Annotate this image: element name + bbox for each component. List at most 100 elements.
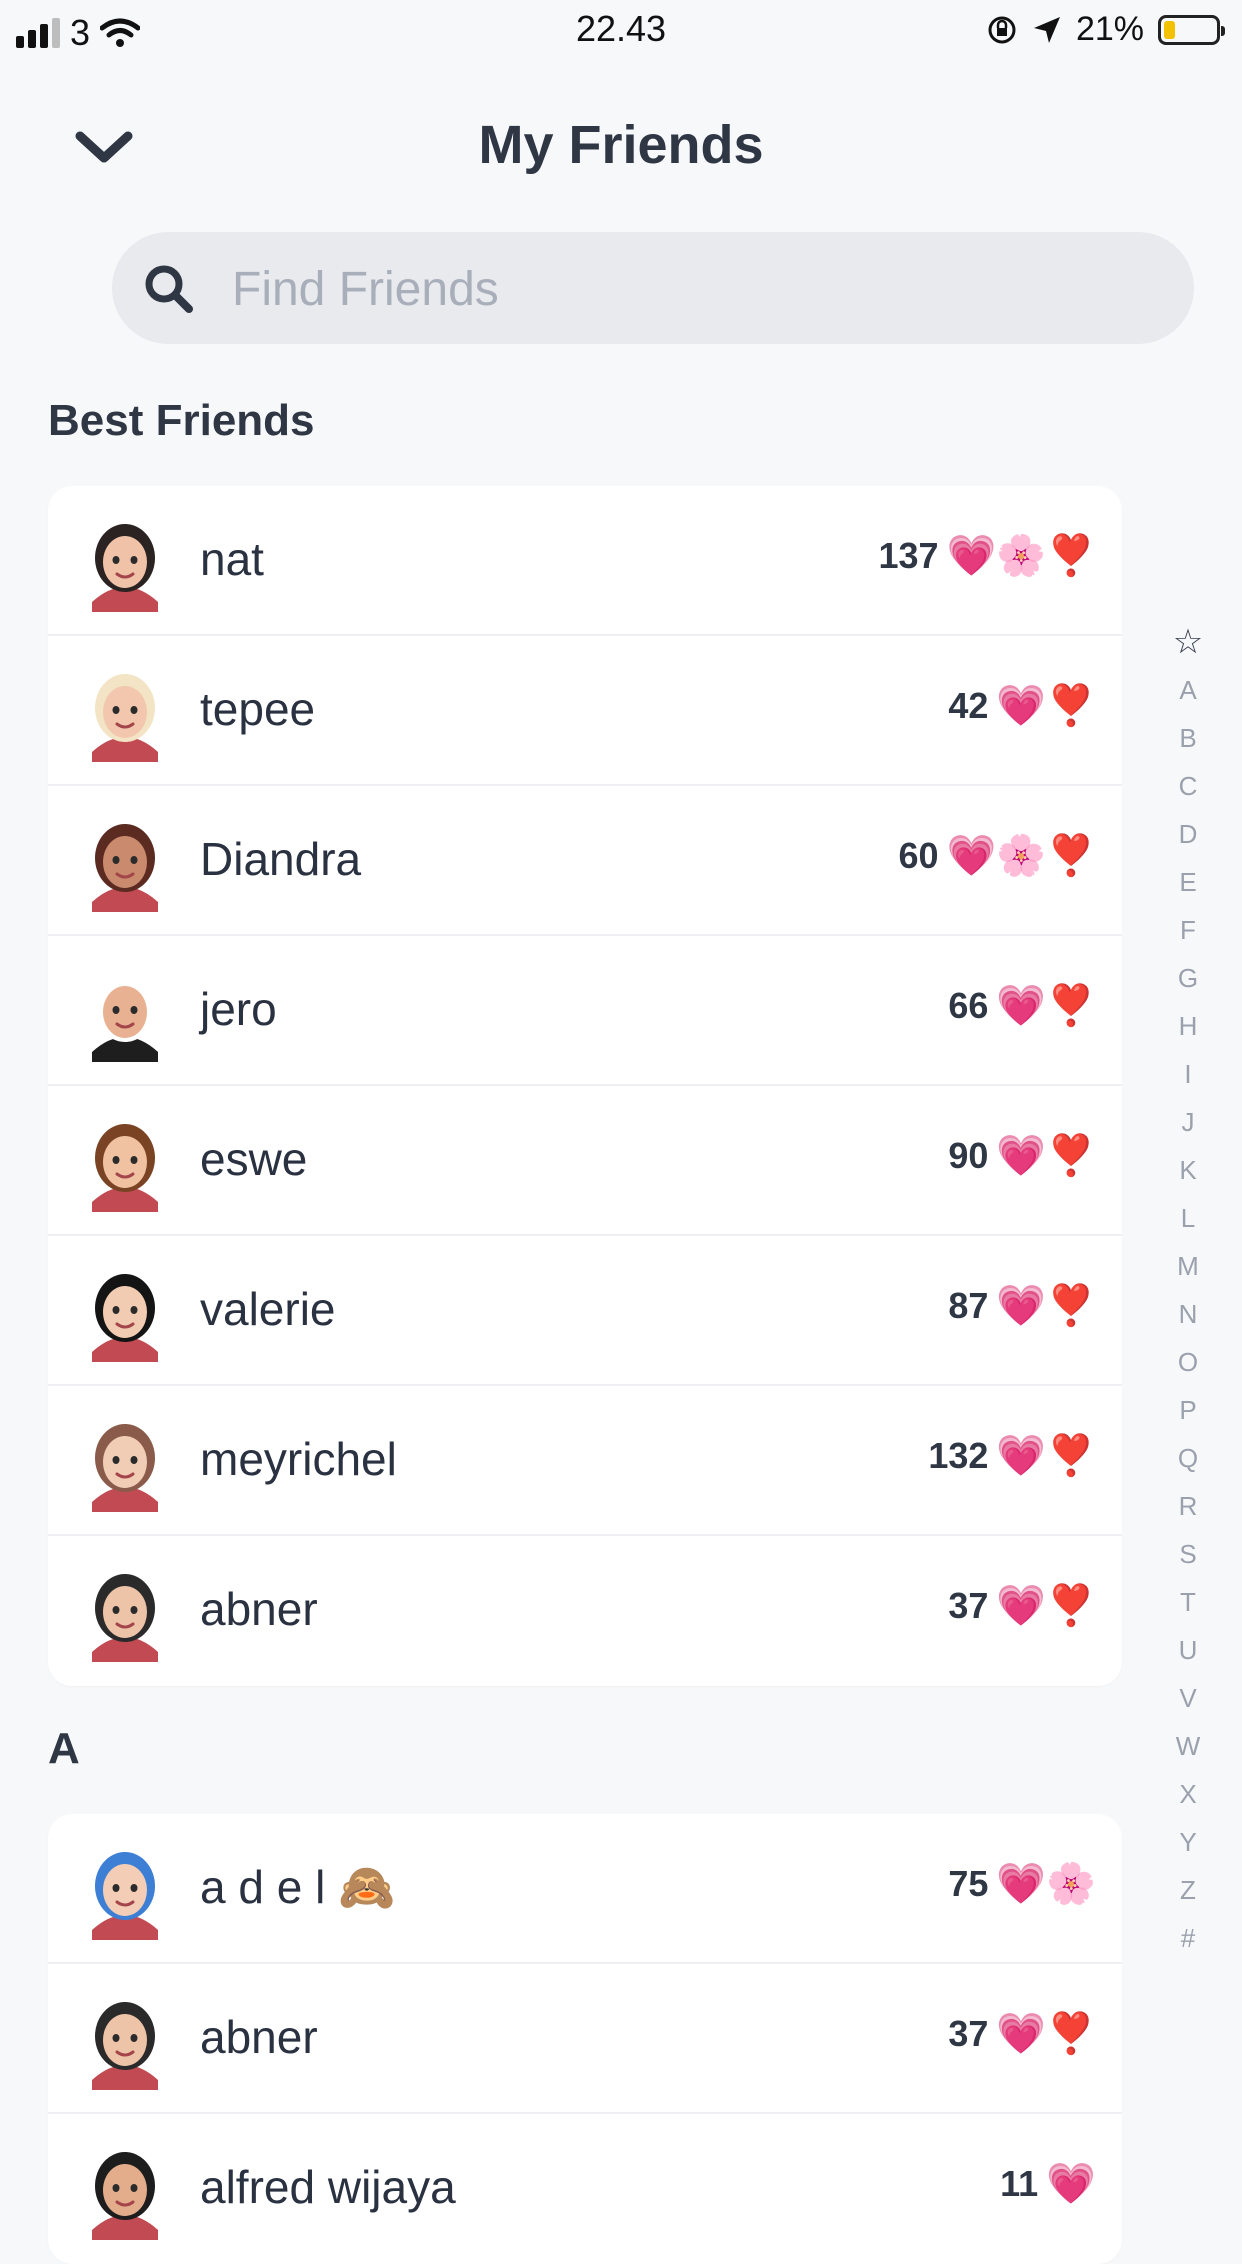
friends-list-a: a d e l 🙈 75 💗🌸 abner 37 💗❣️ alfred wija… (48, 1814, 1122, 2264)
index-letter[interactable]: C (1164, 762, 1212, 810)
friend-emoji-badges: 💗🌸 (996, 1861, 1096, 1907)
snap-streak-count: 60 (898, 835, 939, 876)
friend-name: abner (200, 1583, 318, 1635)
avatar[interactable] (74, 1560, 176, 1662)
search-icon (145, 265, 193, 313)
index-letter[interactable]: K (1164, 1146, 1212, 1194)
friend-row[interactable]: Diandra 60 💗🌸❣️ (48, 786, 1122, 936)
battery-percent: 21% (1075, 10, 1144, 48)
friend-row[interactable]: abner 37 💗❣️ (48, 1964, 1122, 2114)
friend-name: alfred wijaya (200, 2161, 456, 2213)
avatar[interactable] (74, 1260, 176, 1362)
index-letter[interactable]: E (1164, 858, 1212, 906)
friend-meta: 11 💗 (1000, 2160, 1096, 2208)
index-letter[interactable]: U (1164, 1626, 1212, 1674)
index-letter[interactable]: H (1164, 1002, 1212, 1050)
index-letter[interactable]: S (1164, 1530, 1212, 1578)
snap-streak-count: 66 (948, 985, 989, 1026)
friend-meta: 37 💗❣️ (948, 2010, 1096, 2058)
index-letter[interactable]: V (1164, 1674, 1212, 1722)
page-title: My Friends (478, 115, 764, 175)
friend-row[interactable]: eswe 90 💗❣️ (48, 1086, 1122, 1236)
snap-streak-count: 137 (878, 535, 939, 576)
friend-emoji-badges: 💗❣️ (996, 1283, 1096, 1329)
index-letter[interactable]: D (1164, 810, 1212, 858)
index-letter[interactable]: L (1164, 1194, 1212, 1242)
index-letter[interactable]: Z (1164, 1866, 1212, 1914)
friend-row[interactable]: abner 37 💗❣️ (48, 1536, 1122, 1686)
avatar[interactable] (74, 2138, 176, 2240)
friend-name: nat (200, 533, 264, 585)
friend-row[interactable]: nat 137 💗🌸❣️ (48, 486, 1122, 636)
friend-emoji-badges: 💗🌸❣️ (946, 833, 1096, 879)
best-friends-list: nat 137 💗🌸❣️ tepee 42 💗❣️ Diandra 60 💗🌸❣… (48, 486, 1122, 1686)
index-letter[interactable]: Q (1164, 1434, 1212, 1482)
alphabet-index[interactable]: ☆ A B C D E F G H I J K L M N O P Q R S T U V W X Y Z # (1164, 618, 1212, 1962)
avatar[interactable] (74, 1988, 176, 2090)
friend-emoji-badges: 💗 (1046, 2161, 1096, 2207)
friend-name: a d e l 🙈 (200, 1861, 396, 1913)
search-bar[interactable] (112, 232, 1194, 346)
friend-row[interactable]: jero 66 💗❣️ (48, 936, 1122, 1086)
avatar[interactable] (74, 1110, 176, 1212)
index-letter[interactable]: G (1164, 954, 1212, 1002)
index-star-icon[interactable]: ☆ (1164, 618, 1212, 666)
snap-streak-count: 75 (948, 1863, 989, 1904)
rotation-lock-icon (988, 16, 1016, 43)
index-letter[interactable]: R (1164, 1482, 1212, 1530)
snap-streak-count: 132 (928, 1435, 989, 1476)
friend-meta: 137 💗🌸❣️ (879, 532, 1097, 580)
index-letter[interactable]: W (1164, 1722, 1212, 1770)
index-letter[interactable]: F (1164, 906, 1212, 954)
friend-name: Diandra (200, 833, 362, 885)
friend-meta: 87 💗❣️ (948, 1282, 1096, 1330)
friend-name: abner (200, 2011, 318, 2063)
avatar[interactable] (74, 660, 176, 762)
friend-meta: 132 💗❣️ (928, 1432, 1096, 1480)
index-letter[interactable]: P (1164, 1386, 1212, 1434)
friend-meta: 90 💗❣️ (948, 1132, 1096, 1180)
index-letter[interactable]: J (1164, 1098, 1212, 1146)
snap-streak-count: 90 (948, 1135, 989, 1176)
friend-emoji-badges: 💗❣️ (996, 1133, 1096, 1179)
friend-row[interactable]: alfred wijaya 11 💗 (48, 2114, 1122, 2264)
index-letter[interactable]: O (1164, 1338, 1212, 1386)
section-title-a: A (48, 1724, 80, 1773)
index-letter[interactable]: T (1164, 1578, 1212, 1626)
avatar[interactable] (74, 1410, 176, 1512)
battery-icon (1158, 14, 1225, 45)
avatar[interactable] (74, 510, 176, 612)
snap-streak-count: 87 (948, 1285, 989, 1326)
index-letter[interactable]: I (1164, 1050, 1212, 1098)
friend-meta: 37 💗❣️ (948, 1582, 1096, 1630)
search-input[interactable] (230, 232, 1134, 346)
index-letter[interactable]: Y (1164, 1818, 1212, 1866)
friend-row[interactable]: meyrichel 132 💗❣️ (48, 1386, 1122, 1536)
snap-streak-count: 37 (948, 1585, 989, 1626)
snap-streak-count: 42 (948, 685, 989, 726)
index-letter[interactable]: M (1164, 1242, 1212, 1290)
index-letter[interactable]: N (1164, 1290, 1212, 1338)
friend-row[interactable]: tepee 42 💗❣️ (48, 636, 1122, 786)
friend-name: jero (200, 983, 277, 1035)
battery-level (1164, 20, 1175, 39)
friend-meta: 66 💗❣️ (948, 982, 1096, 1030)
avatar[interactable] (74, 960, 176, 1062)
friend-emoji-badges: 💗❣️ (996, 2011, 1096, 2057)
section-title-best-friends: Best Friends (48, 396, 315, 445)
avatar[interactable] (74, 1838, 176, 1940)
avatar[interactable] (74, 810, 176, 912)
index-letter[interactable]: # (1164, 1914, 1212, 1962)
friend-emoji-badges: 💗❣️ (996, 983, 1096, 1029)
header: My Friends (0, 100, 1242, 190)
location-arrow-icon (1033, 16, 1060, 43)
index-letter[interactable]: X (1164, 1770, 1212, 1818)
status-bar: 3 22.43 21% (0, 0, 1242, 60)
index-letter[interactable]: B (1164, 714, 1212, 762)
friend-row[interactable]: valerie 87 💗❣️ (48, 1236, 1122, 1386)
friend-meta: 42 💗❣️ (948, 682, 1096, 730)
friend-row[interactable]: a d e l 🙈 75 💗🌸 (48, 1814, 1122, 1964)
friend-meta: 60 💗🌸❣️ (899, 832, 1096, 880)
index-letter[interactable]: A (1164, 666, 1212, 714)
friend-emoji-badges: 💗❣️ (996, 1583, 1096, 1629)
